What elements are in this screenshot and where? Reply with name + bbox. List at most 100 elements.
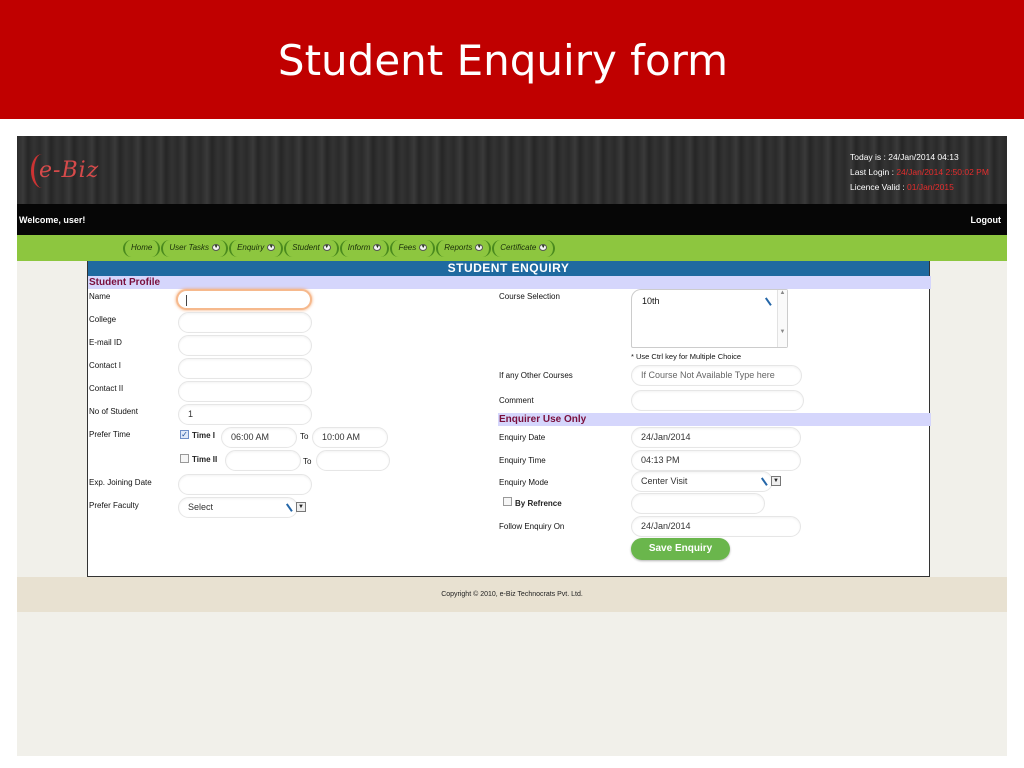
contact1-input[interactable] (178, 358, 312, 379)
menu-home-label: Home (131, 243, 153, 252)
course-selection-label: Course Selection (499, 292, 560, 301)
chevron-down-icon: ▼ (267, 244, 276, 252)
menu-enquiry-label: Enquiry (237, 243, 265, 252)
multiple-choice-note: * Use Ctrl key for Multiple Choice (631, 352, 742, 361)
time2-from-input[interactable] (225, 450, 301, 471)
no-students-label: No of Student (89, 407, 138, 416)
menu-inform-label: Inform (347, 243, 371, 252)
menu-student-label: Student (292, 243, 320, 252)
contact1-label: Contact I (89, 361, 122, 370)
enquiry-mode-label: Enquiry Mode (499, 478, 549, 487)
time2-to-input[interactable] (316, 450, 390, 471)
today-value: 24/Jan/2014 04:13 (888, 152, 959, 162)
prefer-time-label: Prefer Time (89, 430, 131, 439)
by-reference-label: By Refrence (515, 499, 562, 508)
chevron-down-icon: ▼ (212, 244, 221, 252)
scroll-up-icon[interactable]: ▲ (778, 290, 787, 296)
session-info: Today is : 24/Jan/2014 04:13 Last Login … (850, 150, 989, 195)
email-label: E-mail ID (89, 338, 122, 347)
menu-user-tasks[interactable]: User Tasks ▼ (161, 240, 229, 257)
time1-to-label: To (300, 432, 309, 441)
listbox-scrollbar[interactable]: ▲ ▼ (777, 290, 787, 347)
other-courses-input[interactable]: If Course Not Available Type here (631, 365, 802, 386)
course-selection-listbox[interactable]: 10th ▲ ▼ (631, 289, 788, 348)
contact2-input[interactable] (178, 381, 312, 402)
joining-date-input[interactable] (178, 474, 312, 495)
chevron-down-icon: ▼ (475, 244, 484, 252)
college-label: College (89, 315, 117, 324)
contact2-label: Contact II (89, 384, 124, 393)
text-caret (186, 295, 187, 307)
select-tick-icon (760, 475, 772, 486)
by-reference-checkbox[interactable] (503, 497, 512, 506)
slide-header: Student Enquiry form (0, 0, 1024, 119)
chevron-down-icon: ▼ (419, 244, 428, 252)
welcome-text: Welcome, user! (19, 215, 86, 225)
by-reference-input[interactable] (631, 493, 765, 514)
app-header: e-Biz Today is : 24/Jan/2014 04:13 Last … (17, 136, 1007, 204)
app-logo[interactable]: e-Biz (31, 154, 99, 188)
licence-label: Licence Valid : (850, 182, 908, 192)
dropdown-arrow-icon[interactable]: ▼ (771, 476, 781, 486)
menu-inform[interactable]: Inform ▼ (339, 240, 390, 257)
course-option[interactable]: 10th (642, 296, 660, 306)
menu-reports[interactable]: Reports ▼ (436, 240, 492, 257)
last-login-value: 24/Jan/2014 2:50:02 PM (896, 167, 989, 177)
time1-checkbox[interactable]: ✓ (180, 430, 189, 439)
footer-copyright: Copyright © 2010, e-Biz Technocrats Pvt.… (17, 577, 1007, 612)
enquiry-date-input[interactable]: 24/Jan/2014 (631, 427, 801, 448)
select-tick-icon (285, 501, 297, 512)
enquirer-use-only-heading: Enquirer Use Only (498, 413, 931, 426)
last-login-label: Last Login : (850, 167, 897, 177)
student-profile-heading: Student Profile (88, 276, 931, 289)
logout-link[interactable]: Logout (971, 215, 1002, 225)
time1-from-input[interactable]: 06:00 AM (221, 427, 297, 448)
enquiry-time-input[interactable]: 04:13 PM (631, 450, 801, 471)
menu-home[interactable]: Home (123, 240, 161, 257)
menu-certificate[interactable]: Certificate ▼ (492, 240, 556, 257)
menu-student[interactable]: Student ▼ (284, 240, 339, 257)
other-courses-label: If any Other Courses (499, 371, 573, 380)
enquiry-date-label: Enquiry Date (499, 433, 546, 442)
save-enquiry-button[interactable]: Save Enquiry (631, 538, 730, 560)
menu-fees[interactable]: Fees ▼ (390, 240, 436, 257)
menu-certificate-label: Certificate (500, 243, 537, 252)
time2-label: Time II (192, 455, 218, 464)
app-screenshot: e-Biz Today is : 24/Jan/2014 04:13 Last … (17, 136, 1007, 756)
name-input[interactable] (176, 289, 312, 310)
enquiry-time-label: Enquiry Time (499, 456, 546, 465)
joining-date-label: Exp. Joining Date (89, 478, 152, 487)
time2-to-label: To (303, 457, 312, 466)
main-menu: Home User Tasks ▼ Enquiry ▼ Student ▼ Infor… (123, 240, 556, 257)
today-label: Today is : (850, 152, 889, 162)
menu-enquiry[interactable]: Enquiry ▼ (229, 240, 284, 257)
no-students-input[interactable]: 1 (178, 404, 312, 425)
chevron-down-icon: ▼ (539, 244, 548, 252)
email-input[interactable] (178, 335, 312, 356)
student-enquiry-panel: STUDENT ENQUIRY Student Profile Name Col… (87, 261, 931, 577)
menu-fees-label: Fees (398, 243, 417, 252)
time2-checkbox[interactable] (180, 454, 189, 463)
chevron-down-icon: ▼ (373, 244, 382, 252)
prefer-faculty-value: Select (188, 502, 214, 512)
college-input[interactable] (178, 312, 312, 333)
dropdown-arrow-icon[interactable]: ▼ (296, 502, 306, 512)
time1-to-input[interactable]: 10:00 AM (312, 427, 388, 448)
comment-input[interactable] (631, 390, 804, 411)
slide-title: Student Enquiry form (277, 36, 729, 85)
licence-line: Licence Valid : 01/Jan/2015 (850, 180, 989, 195)
licence-value: 01/Jan/2015 (907, 182, 954, 192)
main-menu-bar: Home User Tasks ▼ Enquiry ▼ Student ▼ Infor… (17, 235, 1007, 261)
logo-swoosh-icon (31, 154, 53, 188)
follow-enquiry-input[interactable]: 24/Jan/2014 (631, 516, 801, 537)
last-login-line: Last Login : 24/Jan/2014 2:50:02 PM (850, 165, 989, 180)
scroll-down-icon[interactable]: ▼ (778, 329, 787, 335)
follow-enquiry-label: Follow Enquiry On (499, 522, 565, 531)
panel-title: STUDENT ENQUIRY (88, 261, 929, 276)
enquiry-mode-select[interactable]: Center Visit ▼ (631, 471, 781, 492)
prefer-faculty-select[interactable]: Select ▼ (178, 497, 306, 518)
name-label: Name (89, 292, 111, 301)
chevron-down-icon: ▼ (322, 244, 331, 252)
enquiry-mode-value: Center Visit (641, 476, 688, 486)
today-line: Today is : 24/Jan/2014 04:13 (850, 150, 989, 165)
